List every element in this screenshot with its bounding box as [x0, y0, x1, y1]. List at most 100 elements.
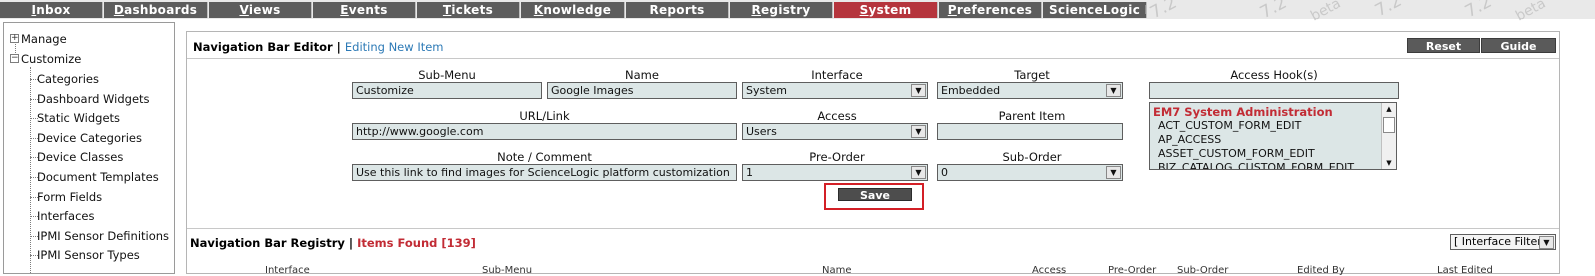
note-field[interactable]: Use this link to find images for Science… [352, 164, 737, 181]
items-found-count: Items Found [139] [357, 236, 476, 250]
chevron-down-icon[interactable]: ▼ [911, 166, 926, 179]
tab-system-accesskey: S [859, 3, 869, 17]
tree-connector [30, 67, 31, 273]
parent-item-field[interactable] [937, 123, 1123, 140]
tab-knowledge-accesskey: K [533, 3, 544, 17]
version-watermark: 7.2 [1146, 0, 1181, 24]
scrollbar-thumb[interactable] [1383, 117, 1395, 133]
sidebar-item-dashboard-widgets[interactable]: Dashboard Widgets [37, 92, 150, 106]
tab-preferences[interactable]: Preferences [939, 2, 1042, 18]
name-label: Name [625, 68, 659, 82]
chevron-down-icon[interactable]: ▼ [911, 125, 926, 138]
interface-select[interactable]: System ▼ [742, 82, 928, 99]
submenu-field[interactable]: Customize [352, 82, 542, 99]
sidebar-item-device-classes[interactable]: Device Classes [37, 150, 123, 164]
interface-select-value: System [746, 84, 788, 97]
registry-title-text: Navigation Bar Registry | [190, 236, 354, 250]
suborder-select[interactable]: 0 ▼ [937, 164, 1123, 181]
tab-preferences-label: references [956, 3, 1033, 17]
tab-dashboards[interactable]: Dashboards [104, 2, 208, 18]
target-select[interactable]: Embedded ▼ [937, 82, 1123, 99]
tab-events-label: vents [348, 3, 388, 17]
editor-title-text: Navigation Bar Editor | [193, 40, 341, 54]
target-label: Target [1014, 68, 1050, 82]
tab-tickets[interactable]: Tickets [417, 2, 520, 18]
tab-system[interactable]: System [834, 2, 938, 18]
sidebar-item-customize[interactable]: Customize [21, 52, 81, 66]
tab-inbox-label: nbox [36, 3, 71, 17]
interface-filter-select[interactable]: [ Interface Filter ] ▼ [1450, 234, 1556, 250]
column-header-name[interactable]: Name [822, 265, 852, 276]
tab-registry-accesskey: R [751, 3, 761, 17]
chevron-down-icon[interactable]: ▼ [1106, 166, 1121, 179]
access-hook-option[interactable]: BIZ_CATALOG_CUSTOM_FORM_EDIT [1158, 161, 1354, 169]
url-label: URL/Link [519, 109, 570, 123]
name-field[interactable]: Google Images [547, 82, 737, 99]
access-hooks-scrollbar[interactable]: ▲ ▼ [1381, 103, 1396, 169]
parent-item-label: Parent Item [998, 109, 1066, 123]
sidebar-item-interfaces[interactable]: Interfaces [37, 209, 94, 223]
chevron-down-icon[interactable]: ▼ [911, 84, 926, 97]
sidebar-item-document-templates[interactable]: Document Templates [37, 170, 159, 184]
column-header-suborder[interactable]: Sub-Order [1177, 265, 1228, 276]
access-label: Access [817, 109, 857, 123]
guide-button[interactable]: Guide [1481, 38, 1556, 53]
sidebar-item-device-categories[interactable]: Device Categories [37, 131, 142, 145]
access-select[interactable]: Users ▼ [742, 123, 928, 140]
editor-title: Navigation Bar Editor | Editing New Item [193, 40, 444, 54]
interface-label: Interface [811, 68, 863, 82]
column-header-interface[interactable]: Interface [265, 265, 310, 276]
scroll-down-icon[interactable]: ▼ [1382, 157, 1396, 169]
tab-knowledge[interactable]: Knowledge [521, 2, 625, 18]
tab-preferences-accesskey: P [947, 3, 957, 17]
column-header-last-edited[interactable]: Last Edited [1437, 265, 1493, 276]
sidebar-item-categories[interactable]: Categories [37, 72, 99, 86]
sidebar-item-manage[interactable]: Manage [21, 32, 67, 46]
column-header-access[interactable]: Access [1032, 265, 1066, 276]
chevron-down-icon[interactable]: ▼ [1539, 236, 1554, 249]
access-hook-option[interactable]: AP_ACCESS [1158, 133, 1221, 146]
tree-collapse-icon[interactable]: − [10, 54, 19, 63]
preorder-select[interactable]: 1 ▼ [742, 164, 928, 181]
sidebar-item-static-widgets[interactable]: Static Widgets [37, 111, 120, 125]
target-select-value: Embedded [941, 84, 1001, 97]
navigation-bar-editor-panel: Navigation Bar Editor | Editing New Item… [186, 31, 1560, 276]
tab-views-accesskey: V [239, 3, 249, 17]
tab-views[interactable]: Views [209, 2, 312, 18]
tab-reports[interactable]: Reports [626, 2, 729, 18]
access-hooks-listbox[interactable]: EM7 System Administration ACT_CUSTOM_FOR… [1149, 102, 1397, 170]
tab-events-accesskey: E [340, 3, 349, 17]
access-hook-option[interactable]: ACT_CUSTOM_FORM_EDIT [1158, 119, 1301, 132]
editor-header: Navigation Bar Editor | Editing New Item… [187, 32, 1559, 59]
reset-button[interactable]: Reset [1407, 38, 1480, 53]
sidebar-item-ipmi-sensor-types[interactable]: IPMI Sensor Types [37, 248, 140, 262]
scroll-up-icon[interactable]: ▲ [1382, 103, 1396, 115]
top-navigation-bar: Inbox Dashboards Views Events Tickets Kn… [0, 0, 1595, 19]
tab-registry[interactable]: Registry [730, 2, 833, 18]
tab-events[interactable]: Events [313, 2, 416, 18]
tree-expand-icon[interactable]: + [10, 34, 19, 43]
note-label: Note / Comment [497, 150, 592, 164]
url-field[interactable]: http://www.google.com [352, 123, 737, 140]
tab-sciencelogic-home[interactable]: ScienceLogic Hom [1043, 2, 1147, 18]
save-button[interactable]: Save [838, 188, 912, 202]
tab-system-label: ystem [868, 3, 912, 17]
access-hooks-label: Access Hook(s) [1230, 68, 1318, 82]
sidebar-item-form-fields[interactable]: Form Fields [37, 190, 102, 204]
column-header-edited-by[interactable]: Edited By [1297, 265, 1345, 276]
submenu-label: Sub-Menu [418, 68, 476, 82]
chevron-down-icon[interactable]: ▼ [1106, 84, 1121, 97]
sidebar-item-ipmi-sensor-definitions[interactable]: IPMI Sensor Definitions [37, 229, 169, 243]
tab-tickets-label: ickets [451, 3, 494, 17]
tab-dashboards-label: ashboards [124, 3, 198, 17]
column-header-preorder[interactable]: Pre-Order [1108, 265, 1156, 276]
tab-inbox[interactable]: Inbox [0, 2, 103, 18]
tab-registry-label: egistry [760, 3, 811, 17]
tab-knowledge-label: nowledge [543, 3, 612, 17]
editor-subtitle: Editing New Item [344, 40, 444, 54]
access-hooks-search-field[interactable] [1149, 82, 1399, 99]
registry-title: Navigation Bar Registry | Items Found [1… [190, 236, 476, 250]
column-header-submenu[interactable]: Sub-Menu [482, 265, 532, 276]
tab-reports-label: Reports [649, 3, 705, 17]
access-hook-option[interactable]: ASSET_CUSTOM_FORM_EDIT [1158, 147, 1315, 160]
